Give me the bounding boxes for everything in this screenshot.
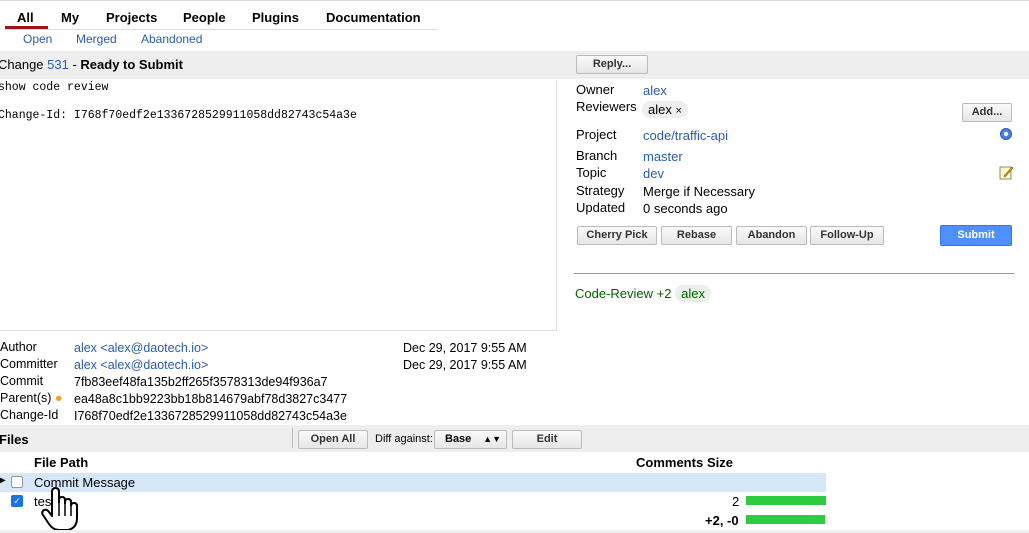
vote-label: Code-Review (575, 286, 654, 301)
tab-people[interactable]: People (183, 8, 226, 27)
edit-topic-icon[interactable] (999, 165, 1014, 180)
branch-link[interactable]: master (643, 149, 683, 164)
project-link[interactable]: code/traffic-api (643, 128, 728, 143)
topic-label: Topic (576, 165, 607, 180)
reply-button[interactable]: Reply... (576, 55, 648, 74)
commit-message-panel: show code review Change-Id: I768f70edf2e… (0, 80, 557, 331)
cherry-pick-button[interactable]: Cherry Pick (577, 226, 657, 245)
reviewer-name: alex (648, 102, 672, 117)
author-date: Dec 29, 2017 9:55 AM (403, 341, 527, 355)
vote-value: +2 (656, 286, 672, 301)
committer-link[interactable]: alex <alex@daotech.io> (74, 358, 208, 372)
committer-label: Committer (0, 357, 58, 371)
subtab-merged[interactable]: Merged (76, 32, 117, 46)
size-bar (746, 496, 826, 505)
project-label: Project (576, 127, 617, 142)
changeid-value: I768f70edf2e1336728529911058dd82743c54a3… (74, 409, 347, 423)
owner-link[interactable]: alex (643, 83, 667, 98)
col-file-path: File Path (34, 455, 89, 470)
row-pointer-icon: ▶ (0, 475, 6, 486)
updated-value: 0 seconds ago (643, 201, 728, 216)
submit-button[interactable]: Submit (940, 225, 1012, 246)
change-status: Ready to Submit (80, 57, 183, 72)
remove-reviewer-icon[interactable]: × (675, 105, 681, 117)
changeid-label: Change-Id (0, 408, 59, 422)
updated-label: Updated (576, 200, 626, 215)
parent-hash[interactable]: ea48a8c1bb9223bb18b814679abf78d3827c3477 (74, 392, 347, 406)
tab-all[interactable]: All (17, 8, 34, 27)
total-size-bar (746, 515, 825, 524)
tab-projects[interactable]: Projects (106, 8, 157, 27)
info-divider (574, 273, 1014, 274)
select-arrows-icon: ▲▼ (483, 434, 501, 444)
nav-divider (5, 29, 437, 30)
committer-date: Dec 29, 2017 9:55 AM (403, 358, 527, 372)
commit-hash: 7fb83eef48fa135b2ff265f3578313de94f936a7 (74, 375, 328, 389)
tab-documentation[interactable]: Documentation (326, 8, 421, 27)
edit-button[interactable]: Edit (512, 430, 582, 449)
commit-subject: show code review (0, 81, 109, 94)
col-size: Size (707, 455, 734, 470)
total-delta: +2, -0 (705, 513, 739, 528)
commit-change-id: Change-Id: I768f70edf2e1336728529911058d… (0, 109, 357, 122)
owner-label: Owner (576, 82, 615, 97)
add-reviewer-button[interactable]: Add... (962, 103, 1012, 122)
diff-against-label: Diff against: (375, 433, 433, 445)
parent-dot-icon: ● (54, 391, 63, 405)
parents-label: Parent(s) ● (0, 391, 63, 405)
reviewer-chip: alex × (642, 101, 688, 118)
subtab-abandoned[interactable]: Abandoned (141, 32, 202, 46)
reviewers-label: Reviewers (576, 99, 637, 114)
subtab-open[interactable]: Open (23, 32, 52, 46)
col-comments: Comments (636, 455, 704, 470)
diff-base-select[interactable]: Base ▲▼ (434, 430, 507, 449)
files-separator (292, 428, 293, 448)
row-checkbox-checked[interactable]: ✓ (11, 495, 23, 507)
code-review-vote: Code-Review +2 alex (575, 285, 711, 302)
file-size: 2 (732, 494, 740, 509)
strategy-label: Strategy (576, 183, 625, 198)
tab-my[interactable]: My (61, 8, 79, 27)
strategy-value: Merge if Necessary (643, 184, 755, 199)
author-label: Author (0, 340, 37, 354)
topic-link[interactable]: dev (643, 166, 664, 181)
abandon-button[interactable]: Abandon (736, 226, 807, 245)
files-label: Files (0, 432, 29, 447)
commit-label: Commit (0, 374, 44, 388)
open-all-button[interactable]: Open All (298, 430, 368, 449)
tab-plugins[interactable]: Plugins (252, 8, 299, 27)
branch-label: Branch (576, 148, 618, 163)
row-checkbox[interactable] (11, 476, 23, 488)
rebase-button[interactable]: Rebase (661, 226, 732, 245)
follow-up-button[interactable]: Follow-Up (810, 226, 884, 245)
change-title: Change 531 - Ready to Submit (0, 57, 183, 72)
hand-cursor-icon (40, 486, 80, 532)
author-link[interactable]: alex <alex@daotech.io> (74, 341, 208, 355)
vote-user[interactable]: alex (675, 285, 711, 302)
change-number-link[interactable]: 531 (47, 57, 69, 72)
gear-icon[interactable] (999, 127, 1013, 141)
